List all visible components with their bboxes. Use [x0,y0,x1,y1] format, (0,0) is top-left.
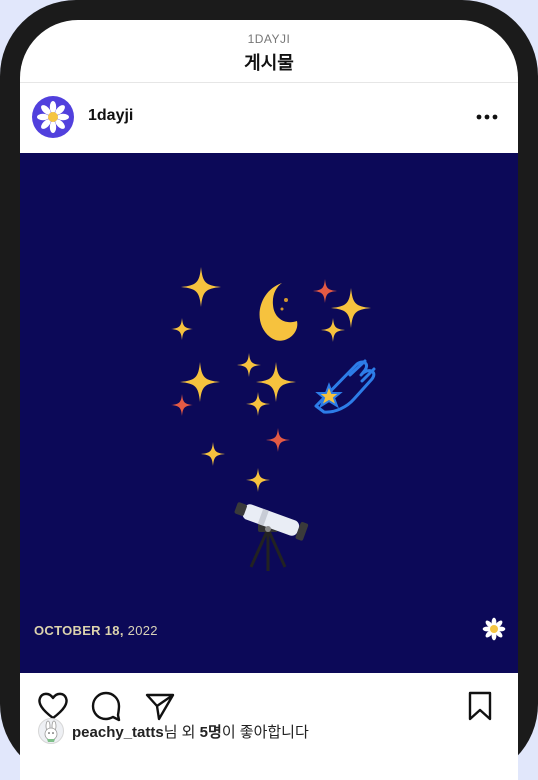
sparkle-icon [256,362,296,402]
likes-suffix-1: 님 외 [163,724,200,741]
bunny-icon [44,720,58,742]
screen: 1DAYJI 게시물 1dayji OCTOBER 18, 2022 peach… [20,20,518,780]
sparkle-icon [313,279,337,303]
top-navigation: 1DAYJI 게시물 [20,20,518,83]
liker-username[interactable]: peachy_tatts [72,724,164,741]
post-date-bold: OCTOBER 18, [34,623,124,638]
daisy-icon [482,617,506,641]
sparkle-icon [171,394,193,416]
post-header: 1dayji [20,83,518,153]
post-username[interactable]: 1dayji [88,107,133,125]
likes-text: peachy_tatts님 외 5명이 좋아합니다 [72,721,309,742]
liker-avatar[interactable] [38,718,64,744]
telescope-icon [234,502,309,571]
profile-avatar[interactable] [32,96,74,138]
account-caption: 1DAYJI [247,32,291,46]
post-date-year: 2022 [123,623,158,638]
sparkle-icon [171,318,193,340]
likes-count[interactable]: 5명 [200,724,222,741]
sparkle-icon [180,362,220,402]
starry-sky-illustration [171,267,376,571]
daisy-icon [37,101,69,133]
sparkle-icon [246,468,270,492]
sparkle-icon [237,353,261,377]
sparkle-icon [201,442,225,466]
likes-suffix-2: 이 좋아합니다 [221,724,309,741]
crescent-moon-icon [259,283,298,341]
sparkle-icon [331,288,371,328]
phone-frame: 1DAYJI 게시물 1dayji OCTOBER 18, 2022 peach… [0,0,538,780]
page-title: 게시물 [244,53,294,73]
star-icon [315,382,343,409]
more-horizontal-icon[interactable] [472,105,502,129]
post-image[interactable]: OCTOBER 18, 2022 [20,153,518,673]
sparkle-icon [246,392,270,416]
likes-summary: peachy_tatts님 외 5명이 좋아합니다 [20,713,518,744]
sparkle-icon [181,267,221,307]
sparkle-icon [266,428,290,452]
sparkle-icon [321,318,345,342]
post-date: OCTOBER 18, 2022 [34,623,158,638]
